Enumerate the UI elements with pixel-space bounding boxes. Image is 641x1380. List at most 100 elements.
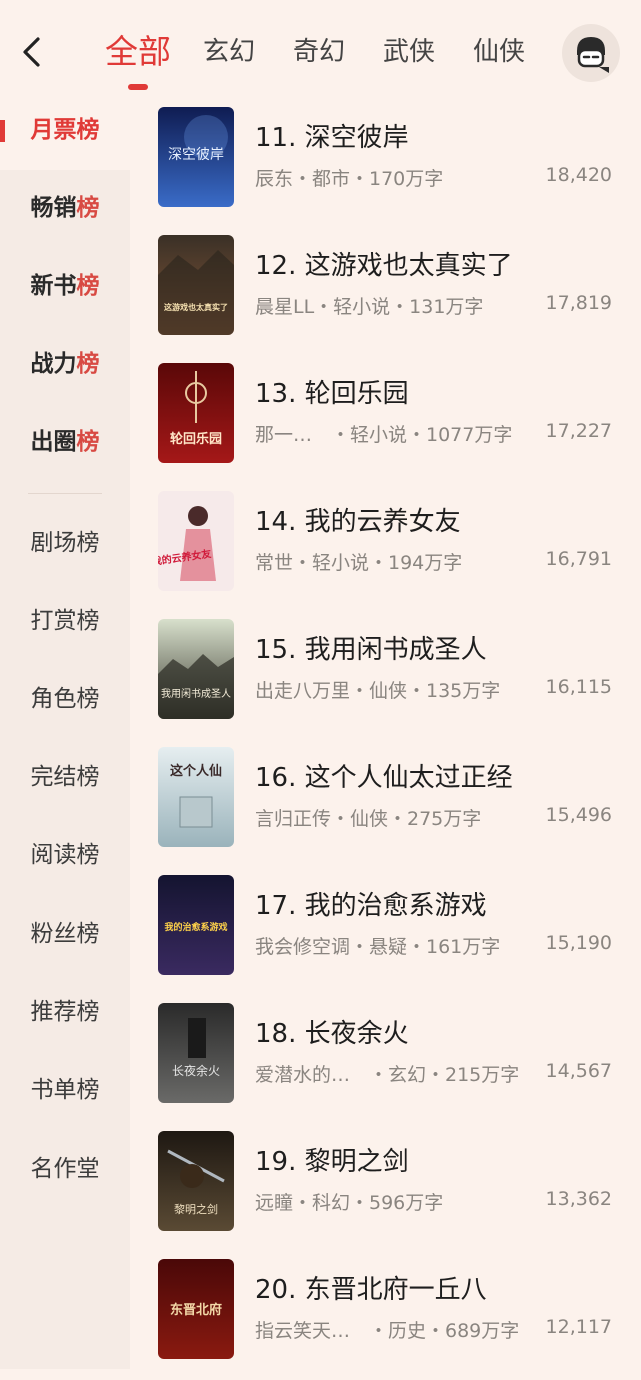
book-meta: 我会修空调・悬疑・161万字 xyxy=(255,936,501,958)
sidebar-item-label: 畅销 xyxy=(30,195,77,221)
sidebar-item-breakout[interactable]: 出圈榜 xyxy=(0,412,130,472)
book-meta: 出走八万里・仙侠・135万字 xyxy=(255,680,501,702)
book-cover[interactable]: 轮回乐园 xyxy=(158,363,234,463)
ticket-count: 13,362 xyxy=(545,1188,612,1210)
ticket-count: 17,819 xyxy=(545,292,612,314)
sidebar-item-monthly-ticket[interactable]: 月票榜 xyxy=(0,100,130,160)
tab-xuanhuan[interactable]: 玄幻 xyxy=(203,30,255,78)
sidebar-item-suffix: 榜 xyxy=(76,195,100,221)
sidebar-item-label: 战力 xyxy=(30,351,77,377)
sidebar-item-suffix: 榜 xyxy=(76,117,100,143)
cover-title: 东晋北府 xyxy=(170,1302,222,1318)
book-cover[interactable]: 我的云养女友 xyxy=(158,491,234,591)
book-row[interactable]: 长夜余火 18. 长夜余火 爱潜水的… ・玄幻・215万字 14,567 xyxy=(130,996,641,1124)
book-cover[interactable]: 黎明之剑 xyxy=(158,1131,234,1231)
book-row[interactable]: 深空彼岸 11. 深空彼岸 辰东・都市・170万字 18,420 xyxy=(130,100,641,228)
top-header: 全部 玄幻 奇幻 武侠 仙侠 xyxy=(0,0,641,100)
sidebar-item-theater[interactable]: 剧场榜 xyxy=(0,513,130,573)
tab-label: 仙侠 xyxy=(473,37,526,67)
book-row[interactable]: 这个人仙 16. 这个人仙太过正经 言归正传・仙侠・275万字 15,496 xyxy=(130,740,641,868)
ticket-count: 17,227 xyxy=(545,420,612,442)
book-title: 17. 我的治愈系游戏 xyxy=(255,891,487,921)
sidebar-item-label: 新书 xyxy=(30,273,77,299)
book-cover[interactable]: 我的治愈系游戏 xyxy=(158,875,234,975)
user-avatar-icon xyxy=(577,37,609,73)
sidebar-item-new-books[interactable]: 新书榜 xyxy=(0,256,130,316)
book-title: 14. 我的云养女友 xyxy=(255,507,461,537)
book-title: 19. 黎明之剑 xyxy=(255,1147,409,1177)
ticket-count: 14,567 xyxy=(545,1060,612,1082)
sidebar-item-fans[interactable]: 粉丝榜 xyxy=(0,904,130,964)
ticket-count: 18,420 xyxy=(545,164,612,186)
book-cover[interactable]: 长夜余火 xyxy=(158,1003,234,1103)
cover-title: 这个人仙 xyxy=(170,763,222,779)
book-ranking-list: 深空彼岸 11. 深空彼岸 辰东・都市・170万字 18,420 这游戏也太真实… xyxy=(130,100,641,1369)
ranking-sidebar: 月票榜 畅销榜 新书榜 战力榜 出圈榜 剧场榜 打赏榜 角色榜 完结榜 阅读榜 … xyxy=(0,100,130,1369)
book-row[interactable]: 轮回乐园 13. 轮回乐园 那一… ・轻小说・1077万字 17,227 xyxy=(130,356,641,484)
sidebar-item-masterpieces[interactable]: 名作堂 xyxy=(0,1139,130,1199)
sidebar-item-tips[interactable]: 打赏榜 xyxy=(0,591,130,651)
sidebar-item-booklist[interactable]: 书单榜 xyxy=(0,1060,130,1120)
user-avatar-button[interactable] xyxy=(562,24,620,82)
sidebar-item-suffix: 榜 xyxy=(76,351,100,377)
tab-label: 玄幻 xyxy=(203,37,256,67)
book-row[interactable]: 东晋北府 20. 东晋北府一丘八 指云笑天… ・历史・689万字 12,117 xyxy=(130,1252,641,1380)
cover-title: 深空彼岸 xyxy=(168,147,224,163)
ticket-count: 15,496 xyxy=(545,804,612,826)
book-meta: 晨星LL・轻小说・131万字 xyxy=(255,296,484,318)
sidebar-item-power[interactable]: 战力榜 xyxy=(0,334,130,394)
ticket-count: 12,117 xyxy=(545,1316,612,1338)
book-meta: 远瞳・科幻・596万字 xyxy=(255,1192,444,1214)
cover-title: 轮回乐园 xyxy=(170,431,222,447)
book-title: 16. 这个人仙太过正经 xyxy=(255,763,513,793)
book-meta: 言归正传・仙侠・275万字 xyxy=(255,808,482,830)
book-cover[interactable]: 我用闲书成圣人 xyxy=(158,619,234,719)
book-cover[interactable]: 深空彼岸 xyxy=(158,107,234,207)
ticket-count: 16,791 xyxy=(545,548,612,570)
book-meta: 辰东・都市・170万字 xyxy=(255,168,444,190)
book-cover[interactable]: 这个人仙 xyxy=(158,747,234,847)
book-row[interactable]: 这游戏也太真实了 12. 这游戏也太真实了 晨星LL・轻小说・131万字 17,… xyxy=(130,228,641,356)
sidebar-divider xyxy=(28,493,102,494)
sidebar-item-reading[interactable]: 阅读榜 xyxy=(0,825,130,885)
book-title: 15. 我用闲书成圣人 xyxy=(255,635,487,665)
book-meta: 常世・轻小说・194万字 xyxy=(255,552,463,574)
cover-title: 黎明之剑 xyxy=(174,1202,218,1216)
sidebar-item-label: 月票 xyxy=(30,117,77,143)
tab-label: 奇幻 xyxy=(293,37,346,67)
sidebar-item-characters[interactable]: 角色榜 xyxy=(0,669,130,729)
sidebar-item-completed[interactable]: 完结榜 xyxy=(0,747,130,807)
active-tab-indicator xyxy=(128,84,148,90)
ticket-count: 16,115 xyxy=(545,676,612,698)
book-cover[interactable]: 这游戏也太真实了 xyxy=(158,235,234,335)
book-meta: 那一… ・轻小说・1077万字 xyxy=(255,424,513,446)
book-row[interactable]: 我的云养女友 14. 我的云养女友 常世・轻小说・194万字 16,791 xyxy=(130,484,641,612)
sidebar-item-bestseller[interactable]: 畅销榜 xyxy=(0,178,130,238)
book-title: 11. 深空彼岸 xyxy=(255,123,409,153)
book-row[interactable]: 我的治愈系游戏 17. 我的治愈系游戏 我会修空调・悬疑・161万字 15,19… xyxy=(130,868,641,996)
cover-title: 这游戏也太真实了 xyxy=(164,302,228,312)
tab-all[interactable]: 全部 xyxy=(105,30,171,90)
active-item-marker xyxy=(0,120,5,142)
sidebar-item-suffix: 榜 xyxy=(76,429,100,455)
cover-title: 长夜余火 xyxy=(172,1063,220,1078)
tab-label: 全部 xyxy=(105,32,171,71)
book-title: 13. 轮回乐园 xyxy=(255,379,409,409)
book-meta: 爱潜水的… ・玄幻・215万字 xyxy=(255,1064,520,1086)
sidebar-item-recommend[interactable]: 推荐榜 xyxy=(0,982,130,1042)
book-title: 12. 这游戏也太真实了 xyxy=(255,251,513,281)
ticket-count: 15,190 xyxy=(545,932,612,954)
tab-xianxia[interactable]: 仙侠 xyxy=(473,30,525,78)
book-title: 20. 东晋北府一丘八 xyxy=(255,1275,487,1305)
book-cover[interactable]: 东晋北府 xyxy=(158,1259,234,1359)
tab-label: 武侠 xyxy=(383,37,436,67)
cover-title: 我用闲书成圣人 xyxy=(161,687,231,700)
chevron-left-icon xyxy=(23,37,40,67)
category-tabs: 全部 玄幻 奇幻 武侠 仙侠 xyxy=(105,28,563,90)
cover-title: 我的治愈系游戏 xyxy=(164,921,227,933)
tab-wuxia[interactable]: 武侠 xyxy=(383,30,435,78)
tab-qihuan[interactable]: 奇幻 xyxy=(293,30,345,78)
book-row[interactable]: 黎明之剑 19. 黎明之剑 远瞳・科幻・596万字 13,362 xyxy=(130,1124,641,1252)
book-row[interactable]: 我用闲书成圣人 15. 我用闲书成圣人 出走八万里・仙侠・135万字 16,11… xyxy=(130,612,641,740)
back-button[interactable] xyxy=(14,30,50,74)
